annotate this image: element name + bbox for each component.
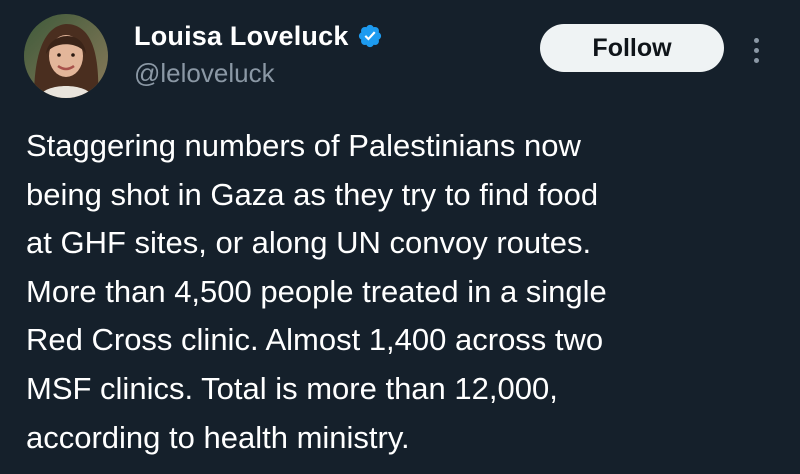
tweet-text-line: MSF clinics. Total is more than 12,000, [26,370,558,406]
tweet-text-line: More than 4,500 people treated in a sing… [26,273,607,309]
tweet-text-line: according to health ministry. [26,419,410,455]
tweet-text-line: at GHF sites, or along UN convoy routes. [26,225,592,261]
profile-photo-icon [24,14,108,98]
follow-button[interactable]: Follow [540,24,724,72]
verified-badge-icon[interactable] [357,23,383,49]
more-dot [753,57,759,63]
tweet-text-line: Red Cross clinic. Almost 1,400 across tw… [26,322,604,358]
tweet-text: Staggering numbers of Palestinians now b… [26,122,786,462]
avatar[interactable] [24,14,108,98]
author-name-row[interactable]: Louisa Loveluck [134,18,383,54]
more-dot [753,37,759,43]
author-display-name[interactable]: Louisa Loveluck [134,21,349,52]
tweet-text-line: being shot in Gaza as they try to find f… [26,176,599,212]
author-handle[interactable]: @leloveluck [134,58,275,89]
tweet-text-line: Staggering numbers of Palestinians now [26,128,581,163]
more-options-icon[interactable] [746,30,766,70]
tweet-card: Louisa Loveluck @leloveluck Follow Stagg… [0,0,800,474]
more-dot [753,47,759,53]
